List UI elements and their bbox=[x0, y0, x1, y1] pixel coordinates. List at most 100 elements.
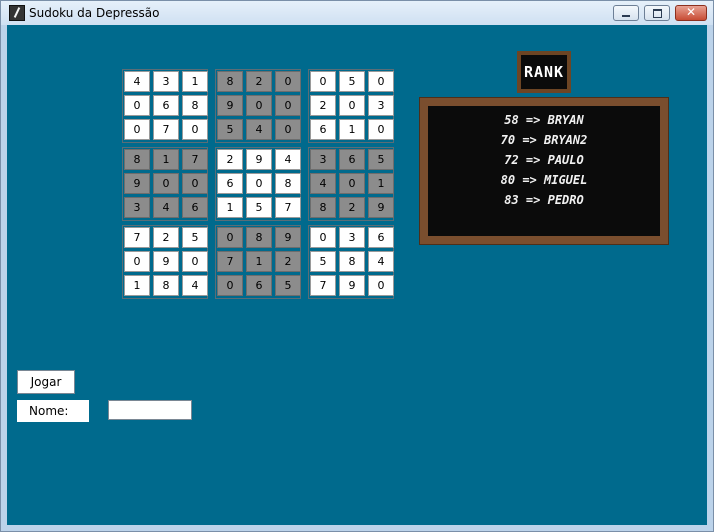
sudoku-cell[interactable]: 2 bbox=[246, 71, 272, 92]
sudoku-box: 050203610 bbox=[308, 69, 394, 143]
sudoku-cell[interactable]: 0 bbox=[275, 119, 301, 140]
sudoku-cell[interactable]: 3 bbox=[339, 227, 365, 248]
app-window: Sudoku da Depressão ✕ 431068070820900540… bbox=[0, 0, 714, 532]
sudoku-cell[interactable]: 0 bbox=[246, 173, 272, 194]
sudoku-cell[interactable]: 7 bbox=[153, 119, 179, 140]
sudoku-cell[interactable]: 0 bbox=[246, 95, 272, 116]
sudoku-cell[interactable]: 8 bbox=[310, 197, 336, 218]
name-label: Nome: bbox=[17, 400, 89, 422]
name-input[interactable] bbox=[108, 400, 192, 420]
sudoku-cell[interactable]: 1 bbox=[124, 275, 150, 296]
sudoku-cell[interactable]: 0 bbox=[153, 173, 179, 194]
sudoku-cell[interactable]: 4 bbox=[246, 119, 272, 140]
sudoku-cell[interactable]: 9 bbox=[153, 251, 179, 272]
sudoku-cell[interactable]: 5 bbox=[275, 275, 301, 296]
sudoku-cell[interactable]: 4 bbox=[310, 173, 336, 194]
sudoku-cell[interactable]: 7 bbox=[182, 149, 208, 170]
sudoku-cell[interactable]: 0 bbox=[182, 119, 208, 140]
sudoku-cell[interactable]: 5 bbox=[217, 119, 243, 140]
maximize-button[interactable] bbox=[644, 5, 670, 21]
close-button[interactable]: ✕ bbox=[675, 5, 707, 21]
sudoku-cell[interactable]: 4 bbox=[182, 275, 208, 296]
client-area: 4310680708209005400502036108179003462946… bbox=[7, 25, 707, 525]
sudoku-cell[interactable]: 3 bbox=[368, 95, 394, 116]
sudoku-cell[interactable]: 3 bbox=[153, 71, 179, 92]
sudoku-cell[interactable]: 7 bbox=[124, 227, 150, 248]
rank-sign: RANK bbox=[517, 51, 571, 93]
window-title: Sudoku da Depressão bbox=[29, 6, 160, 20]
sudoku-cell[interactable]: 2 bbox=[217, 149, 243, 170]
sudoku-cell[interactable]: 0 bbox=[339, 95, 365, 116]
sudoku-cell[interactable]: 3 bbox=[124, 197, 150, 218]
sudoku-cell[interactable]: 9 bbox=[246, 149, 272, 170]
title-bar[interactable]: Sudoku da Depressão ✕ bbox=[1, 1, 713, 25]
rank-entry: 72 => PAULO bbox=[504, 153, 584, 167]
sudoku-cell[interactable]: 2 bbox=[153, 227, 179, 248]
sudoku-cell[interactable]: 8 bbox=[275, 173, 301, 194]
sudoku-cell[interactable]: 6 bbox=[217, 173, 243, 194]
sudoku-cell[interactable]: 1 bbox=[368, 173, 394, 194]
sudoku-cell[interactable]: 8 bbox=[217, 71, 243, 92]
sudoku-cell[interactable]: 6 bbox=[182, 197, 208, 218]
sudoku-cell[interactable]: 5 bbox=[368, 149, 394, 170]
sudoku-cell[interactable]: 5 bbox=[246, 197, 272, 218]
sudoku-cell[interactable]: 0 bbox=[368, 119, 394, 140]
sudoku-cell[interactable]: 2 bbox=[275, 251, 301, 272]
sudoku-cell[interactable]: 0 bbox=[310, 71, 336, 92]
sudoku-cell[interactable]: 6 bbox=[339, 149, 365, 170]
sudoku-cell[interactable]: 8 bbox=[246, 227, 272, 248]
play-button[interactable]: Jogar bbox=[17, 370, 75, 394]
sudoku-cell[interactable]: 1 bbox=[246, 251, 272, 272]
close-icon: ✕ bbox=[685, 5, 697, 19]
sudoku-cell[interactable]: 6 bbox=[368, 227, 394, 248]
sudoku-cell[interactable]: 8 bbox=[182, 95, 208, 116]
rank-entry: 80 => MIGUEL bbox=[500, 173, 588, 187]
sudoku-cell[interactable]: 1 bbox=[217, 197, 243, 218]
sudoku-cell[interactable]: 0 bbox=[124, 119, 150, 140]
sudoku-cell[interactable]: 0 bbox=[217, 275, 243, 296]
sudoku-cell[interactable]: 0 bbox=[275, 71, 301, 92]
sudoku-cell[interactable]: 0 bbox=[182, 251, 208, 272]
sudoku-cell[interactable]: 1 bbox=[182, 71, 208, 92]
sudoku-cell[interactable]: 7 bbox=[275, 197, 301, 218]
sudoku-cell[interactable]: 9 bbox=[339, 275, 365, 296]
sudoku-cell[interactable]: 0 bbox=[339, 173, 365, 194]
sudoku-cell[interactable]: 9 bbox=[217, 95, 243, 116]
sudoku-cell[interactable]: 0 bbox=[217, 227, 243, 248]
sudoku-cell[interactable]: 5 bbox=[182, 227, 208, 248]
sudoku-cell[interactable]: 8 bbox=[339, 251, 365, 272]
sudoku-cell[interactable]: 9 bbox=[124, 173, 150, 194]
sudoku-cell[interactable]: 3 bbox=[310, 149, 336, 170]
minimize-button[interactable] bbox=[613, 5, 639, 21]
sudoku-cell[interactable]: 2 bbox=[339, 197, 365, 218]
sudoku-cell[interactable]: 7 bbox=[217, 251, 243, 272]
sudoku-cell[interactable]: 5 bbox=[310, 251, 336, 272]
sudoku-cell[interactable]: 9 bbox=[275, 227, 301, 248]
sudoku-cell[interactable]: 8 bbox=[124, 149, 150, 170]
sudoku-cell[interactable]: 4 bbox=[124, 71, 150, 92]
sudoku-cell[interactable]: 0 bbox=[275, 95, 301, 116]
sudoku-cell[interactable]: 6 bbox=[246, 275, 272, 296]
sudoku-cell[interactable]: 2 bbox=[310, 95, 336, 116]
sudoku-cell[interactable]: 9 bbox=[368, 197, 394, 218]
sudoku-cell[interactable]: 0 bbox=[124, 95, 150, 116]
sudoku-cell[interactable]: 4 bbox=[153, 197, 179, 218]
sudoku-cell[interactable]: 4 bbox=[368, 251, 394, 272]
sudoku-cell[interactable]: 4 bbox=[275, 149, 301, 170]
sudoku-cell[interactable]: 0 bbox=[182, 173, 208, 194]
sudoku-cell[interactable]: 6 bbox=[310, 119, 336, 140]
sudoku-box: 820900540 bbox=[215, 69, 301, 143]
sudoku-cell[interactable]: 0 bbox=[368, 71, 394, 92]
sudoku-cell[interactable]: 0 bbox=[368, 275, 394, 296]
rank-entry: 83 => PEDRO bbox=[504, 193, 584, 207]
sudoku-cell[interactable]: 1 bbox=[153, 149, 179, 170]
sudoku-cell[interactable]: 7 bbox=[310, 275, 336, 296]
sudoku-cell[interactable]: 1 bbox=[339, 119, 365, 140]
sudoku-cell[interactable]: 0 bbox=[310, 227, 336, 248]
sudoku-cell[interactable]: 0 bbox=[124, 251, 150, 272]
sudoku-cell[interactable]: 5 bbox=[339, 71, 365, 92]
sudoku-cell[interactable]: 8 bbox=[153, 275, 179, 296]
sudoku-box: 294 608 157 bbox=[215, 147, 301, 221]
sudoku-box: 089712065 bbox=[215, 225, 301, 299]
sudoku-cell[interactable]: 6 bbox=[153, 95, 179, 116]
